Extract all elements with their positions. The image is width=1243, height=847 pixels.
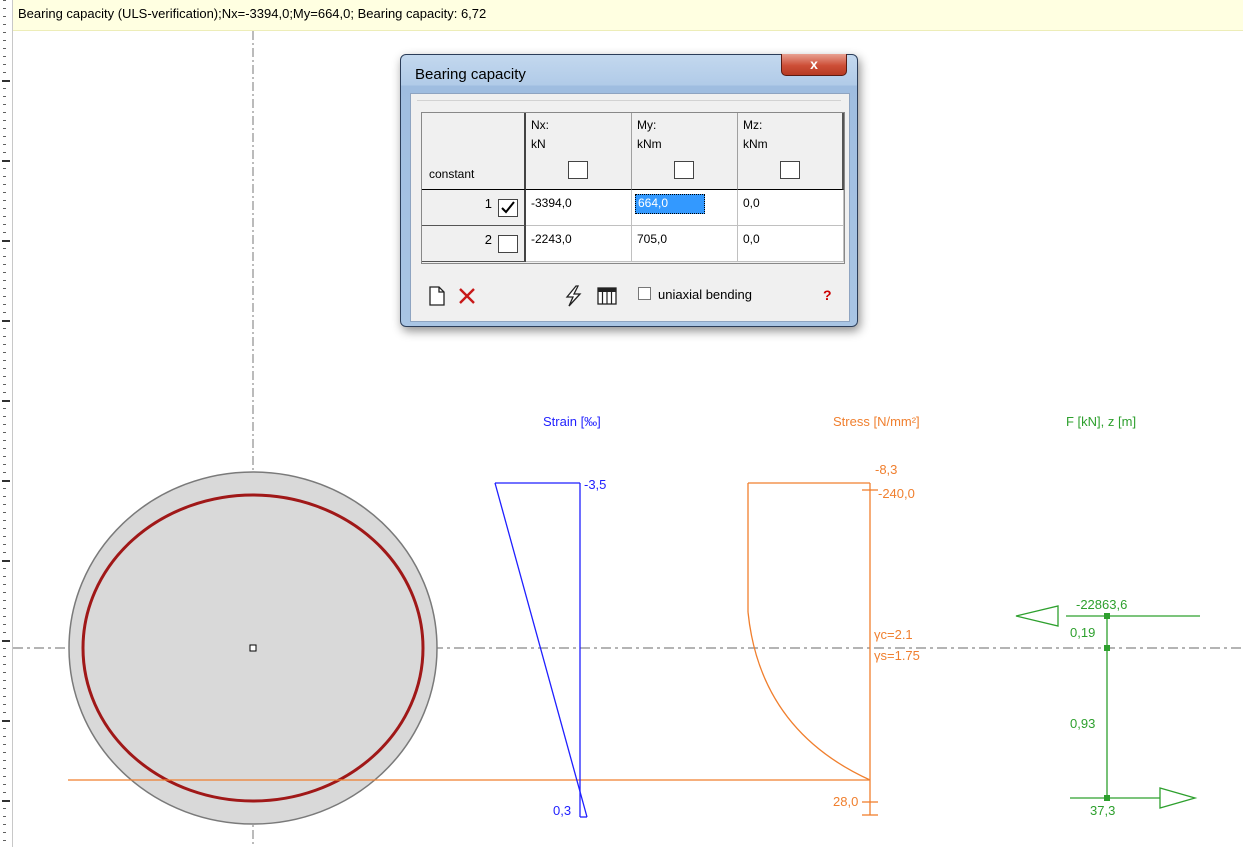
cell-nx-row-2[interactable]: -2243,0 (526, 226, 632, 262)
constant-label: constant (429, 167, 475, 181)
strain-top-value: -3,5 (584, 477, 606, 492)
close-button[interactable]: x (781, 54, 847, 76)
tension-force-value: 37,3 (1090, 803, 1115, 818)
column-mz-unit: kNm (743, 137, 768, 151)
stress-top-value-steel: -240,0 (878, 486, 915, 501)
stress-bottom-value: 28,0 (833, 794, 858, 809)
force-title: F [kN], z [m] (1066, 414, 1136, 429)
cell-value: 0,0 (743, 232, 760, 246)
gamma-c-label: γc=2.1 (874, 627, 913, 642)
stress-diagram (747, 482, 878, 816)
gamma-s-label: γs=1.75 (874, 648, 920, 663)
dialog-title: Bearing capacity (415, 66, 526, 83)
column-header-mz: Mz: kNm (738, 113, 844, 190)
load-table: constant Nx: kN My: kNm Mz: kNm 1 -3394,… (421, 112, 845, 264)
stress-title: Stress [N/mm²] (833, 414, 920, 429)
cell-nx-row-1[interactable]: -3394,0 (526, 190, 632, 226)
column-my-name: My: (637, 118, 657, 132)
row-number: 2 (484, 232, 492, 247)
compression-force-value: -22863,6 (1076, 597, 1127, 612)
new-page-icon[interactable] (425, 284, 449, 308)
uniaxial-bending-label: uniaxial bending (658, 287, 752, 302)
cell-value: -3394,0 (531, 196, 572, 210)
column-my-unit: kNm (637, 137, 662, 151)
stress-top-value-concrete: -8,3 (875, 462, 897, 477)
cell-value: 705,0 (637, 232, 668, 246)
column-mz-name: Mz: (743, 118, 763, 132)
row-header-1[interactable]: 1 (422, 190, 526, 226)
nx-constant-checkbox[interactable] (568, 161, 588, 179)
row-2-checkbox[interactable] (498, 235, 518, 253)
delete-x-icon[interactable] (455, 284, 479, 308)
section-centroid (249, 644, 257, 652)
checkmark-icon (501, 201, 515, 214)
cell-value: 0,0 (743, 196, 760, 210)
column-header-nx: Nx: kN (526, 113, 632, 190)
row-1-checkbox[interactable] (498, 199, 518, 217)
row-header-2[interactable]: 2 (422, 226, 526, 262)
force-diagram (1015, 605, 1200, 809)
strain-bottom-value: 0,3 (553, 803, 571, 818)
cell-my-row-2[interactable]: 705,0 (632, 226, 738, 262)
group-divider (417, 100, 841, 101)
row-number: 1 (484, 196, 492, 211)
cell-mz-row-2[interactable]: 0,0 (738, 226, 844, 262)
cell-value: 664,0 (635, 194, 706, 214)
table-columns-icon[interactable] (595, 284, 619, 308)
lightning-icon[interactable] (561, 284, 585, 308)
column-header-my: My: kNm (632, 113, 738, 190)
bearing-capacity-dialog: Bearing capacity x constant Nx: kN My: k… (400, 54, 858, 327)
z-offset-value: 0,19 (1070, 625, 1095, 640)
lever-arm-value: 0,93 (1070, 716, 1095, 731)
row-header-corner: constant (422, 113, 526, 190)
mz-constant-checkbox[interactable] (780, 161, 800, 179)
cell-mz-row-1[interactable]: 0,0 (738, 190, 844, 226)
my-constant-checkbox[interactable] (674, 161, 694, 179)
column-nx-name: Nx: (531, 118, 549, 132)
dialog-body: constant Nx: kN My: kNm Mz: kNm 1 -3394,… (410, 93, 850, 322)
strain-diagram (494, 482, 588, 818)
uniaxial-bending-checkbox[interactable] (638, 287, 651, 300)
strain-title: Strain [‰] (543, 414, 601, 429)
column-nx-unit: kN (531, 137, 546, 151)
dialog-toolbar: uniaxial bending ? (411, 274, 849, 319)
cell-value: -2243,0 (531, 232, 572, 246)
help-icon[interactable]: ? (823, 287, 832, 303)
cell-my-row-1[interactable]: 664,0 (632, 190, 738, 226)
